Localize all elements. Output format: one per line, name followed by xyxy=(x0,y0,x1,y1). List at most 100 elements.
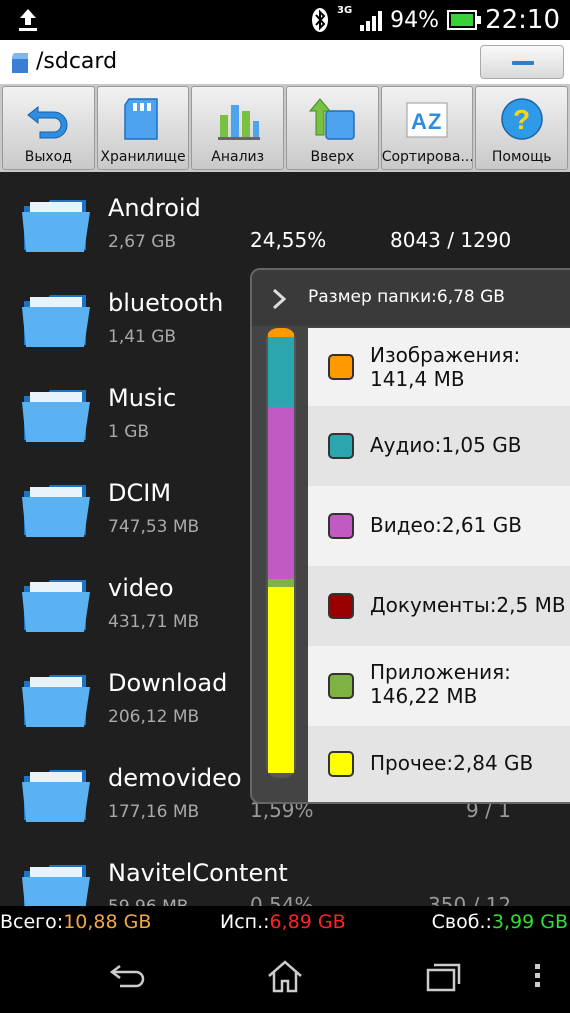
legend-text: Приложения: xyxy=(370,660,511,684)
stacked-size-bar xyxy=(266,328,296,778)
sort-label: Сортирова... xyxy=(381,149,473,165)
folder-icon xyxy=(22,580,90,632)
legend-row-documents[interactable]: Документы:2,5 MB xyxy=(308,566,570,646)
item-count: 8043 / 1290 xyxy=(390,228,512,252)
swatch-yellow xyxy=(328,751,354,777)
svg-text:A: A xyxy=(411,109,427,134)
signal-icon xyxy=(360,9,383,31)
legend-label: Приложения: 146,22 MB xyxy=(370,660,511,708)
back-icon[interactable] xyxy=(108,958,146,994)
path-bar: /sdcard xyxy=(0,40,570,84)
bar-chart-icon xyxy=(217,105,260,140)
list-item[interactable]: NavitelContent 59,96 MB 0,54% 350 / 12 xyxy=(0,837,570,906)
item-size: 1 GB xyxy=(108,422,150,442)
swatch-green xyxy=(328,673,354,699)
bar-segment-audio xyxy=(268,337,294,407)
item-size: 1,41 GB xyxy=(108,327,177,347)
toolbar: Выход Хранилище Анализ Вверх A Z Сортиро… xyxy=(0,84,570,172)
item-name: demovideo xyxy=(108,764,242,792)
item-name: DCIM xyxy=(108,479,172,507)
menu-icon[interactable] xyxy=(532,958,544,994)
upload-notification-icon xyxy=(19,9,37,31)
folder-icon xyxy=(22,675,90,727)
up-label: Вверх xyxy=(310,149,355,165)
clock: 22:10 xyxy=(485,5,560,35)
swatch-purple xyxy=(328,513,354,539)
folder-icon xyxy=(22,295,90,347)
legend-row-apps[interactable]: Приложения: 146,22 MB xyxy=(308,646,570,726)
free-storage: Своб.:3,99 GB xyxy=(432,911,568,933)
item-name: Android xyxy=(108,194,201,222)
item-name: Download xyxy=(108,669,228,697)
used-label: Исп.: xyxy=(220,911,270,933)
folder-icon xyxy=(22,770,90,822)
item-percent: 24,55% xyxy=(250,228,327,252)
total-storage: Всего:10,88 GB xyxy=(0,911,151,933)
legend-row-other[interactable]: Прочее:2,84 GB xyxy=(308,726,570,802)
legend-label: Прочее:2,84 GB xyxy=(370,751,534,775)
item-percent: 0,54% xyxy=(250,893,314,906)
help-label: Помощь xyxy=(491,149,552,165)
exit-label: Выход xyxy=(24,149,72,165)
folder-icon xyxy=(22,485,90,537)
folder-icon xyxy=(22,200,90,252)
list-item[interactable]: Android 2,67 GB 24,55% 8043 / 1290 xyxy=(0,172,570,267)
sdcard-icon xyxy=(124,98,158,140)
storage-summary: Всего:10,88 GB Исп.:6,89 GB Своб.:3,99 G… xyxy=(0,906,570,940)
exit-button[interactable]: Выход xyxy=(2,86,95,170)
sort-button[interactable]: A Z Сортирова... xyxy=(380,86,474,170)
storage-label: Хранилище xyxy=(100,149,186,165)
bar-segment-other xyxy=(268,587,294,773)
item-size: 2,67 GB xyxy=(108,232,177,252)
used-storage: Исп.:6,89 GB xyxy=(220,911,346,933)
item-size: 206,12 MB xyxy=(108,707,200,727)
status-bar: 3G 94% 22:10 xyxy=(0,0,570,40)
legend-label: Документы:2,5 MB xyxy=(370,593,566,617)
battery-percent: 94% xyxy=(390,7,440,33)
chevron-right-icon[interactable] xyxy=(272,288,286,310)
folder-size-popup: Размер папки:6,78 GB Изображения: 141,4 M… xyxy=(250,268,570,804)
analysis-button[interactable]: Анализ xyxy=(191,86,285,170)
item-name: bluetooth xyxy=(108,289,224,317)
folder-icon xyxy=(22,390,90,442)
legend-row-video[interactable]: Видео:2,61 GB xyxy=(308,486,570,566)
used-value: 6,89 GB xyxy=(269,911,346,933)
help-button[interactable]: ? Помощь xyxy=(475,86,569,170)
svg-text:?: ? xyxy=(513,104,530,135)
home-icon[interactable] xyxy=(266,958,304,994)
folder-icon xyxy=(22,865,90,906)
collapse-button[interactable] xyxy=(480,45,564,79)
total-label: Всего: xyxy=(0,911,64,933)
sort-az-icon: A Z xyxy=(406,102,448,138)
item-name: Music xyxy=(108,384,177,412)
current-path: /sdcard xyxy=(36,49,118,74)
legend-label: Аудио:1,05 GB xyxy=(370,433,522,457)
storage-button[interactable]: Хранилище xyxy=(96,86,190,170)
up-folder-icon xyxy=(309,98,356,140)
popup-title: Размер папки:6,78 GB xyxy=(308,287,505,307)
item-count: 350 / 12 xyxy=(428,893,512,906)
legend-row-images[interactable]: Изображения: 141,4 MB xyxy=(308,328,570,406)
popup-header[interactable]: Размер папки:6,78 GB xyxy=(252,270,570,326)
item-name: video xyxy=(108,574,174,602)
item-size: 747,53 MB xyxy=(108,517,200,537)
help-icon: ? xyxy=(500,98,543,140)
item-size: 177,16 MB xyxy=(108,802,200,822)
item-size: 59,96 MB xyxy=(108,897,188,906)
item-name: NavitelContent xyxy=(108,859,288,887)
legend-label: Изображения: 141,4 MB xyxy=(370,343,520,391)
bar-segment-video xyxy=(268,407,294,579)
swatch-teal xyxy=(328,433,354,459)
free-value: 3,99 GB xyxy=(491,911,568,933)
minus-icon xyxy=(512,61,534,65)
recent-apps-icon[interactable] xyxy=(424,958,464,994)
analysis-label: Анализ xyxy=(211,149,265,165)
legend-value: 141,4 MB xyxy=(370,367,465,391)
category-legend: Изображения: 141,4 MB Аудио:1,05 GB Видео… xyxy=(308,328,570,802)
swatch-dark-red xyxy=(328,593,354,619)
bar-segment-images xyxy=(268,328,294,337)
navigation-bar xyxy=(0,940,570,1013)
bar-segment-apps xyxy=(268,579,294,587)
up-button[interactable]: Вверх xyxy=(286,86,379,170)
legend-row-audio[interactable]: Аудио:1,05 GB xyxy=(308,406,570,486)
